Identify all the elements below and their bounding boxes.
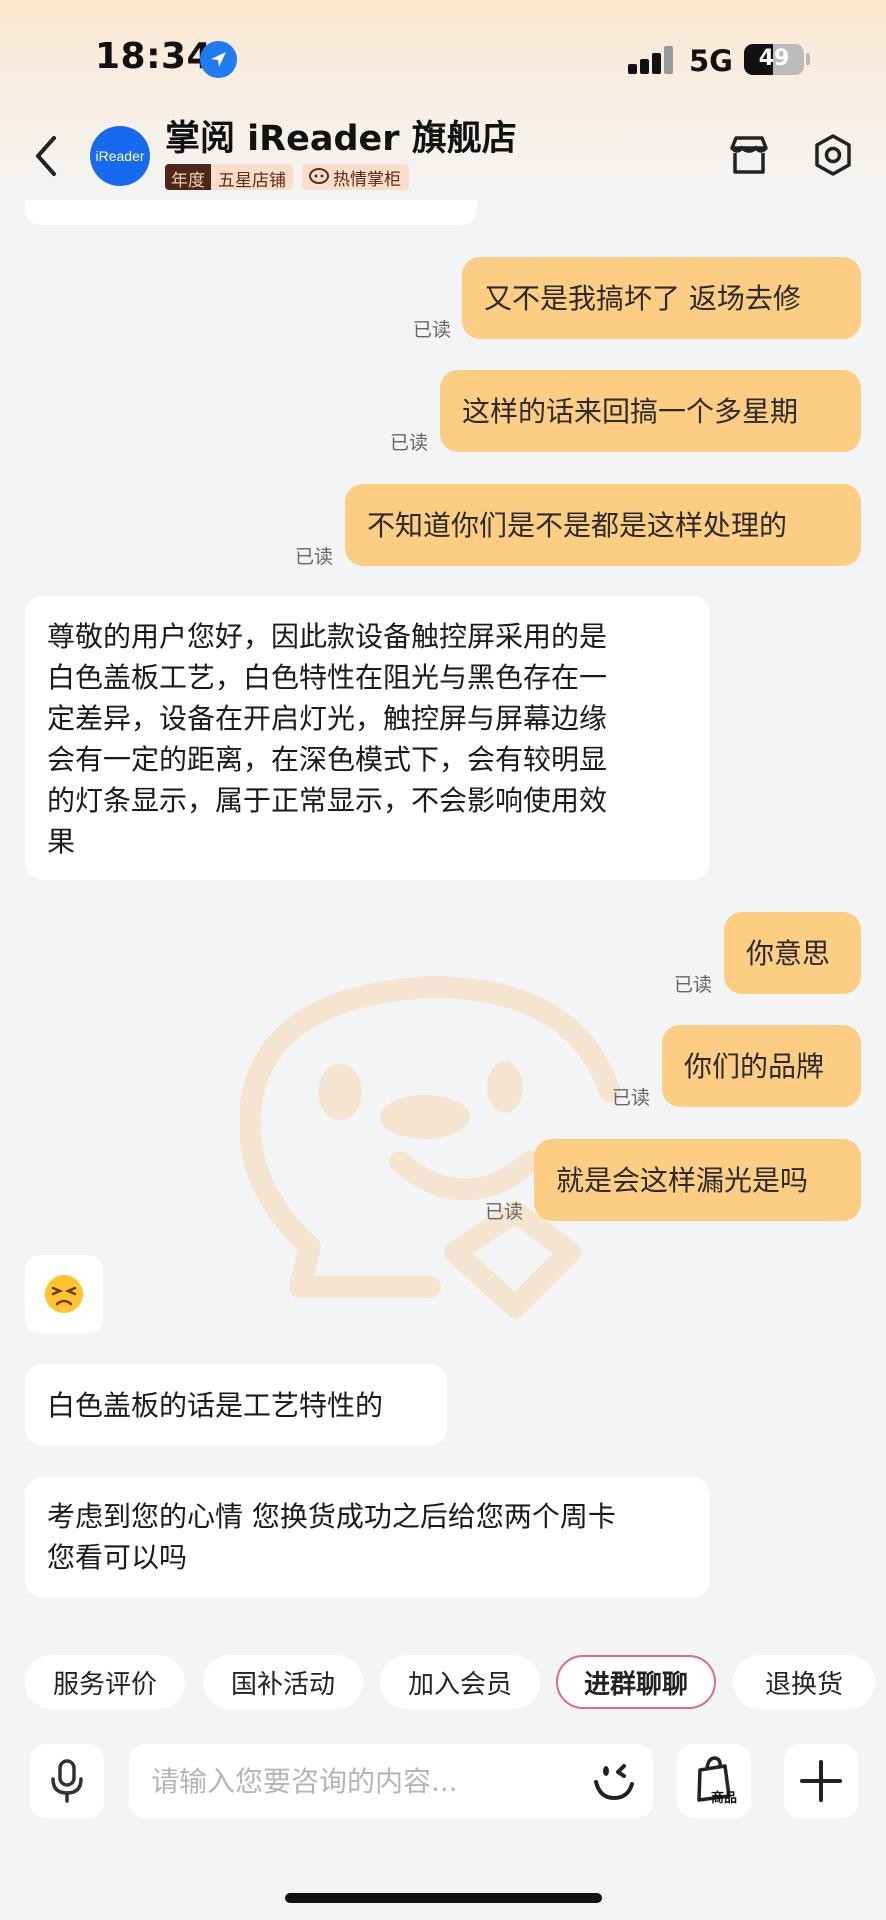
shop-name[interactable]: 掌阅 iReader 旗舰店 — [165, 110, 517, 161]
chip-subsidy-activity[interactable]: 国补活动 — [203, 1655, 363, 1709]
heart-chat-icon — [309, 168, 329, 184]
read-receipt: 已读 — [295, 546, 334, 568]
chip-return-exchange[interactable]: 退换货 — [733, 1655, 875, 1709]
hot-badge: 热情掌柜 — [302, 164, 409, 190]
plus-icon — [800, 1760, 842, 1802]
back-icon — [36, 136, 56, 176]
message-text: 又不是我搞坏了 返场去修 — [484, 281, 801, 315]
message-text: 白色盖板的话是工艺特性的 — [47, 1388, 384, 1422]
rating-badge: 年度 五星店铺 — [165, 164, 293, 190]
message-input[interactable] — [151, 1758, 571, 1804]
badge-hot-label: 热情掌柜 — [333, 169, 401, 190]
goods-button[interactable]: 商品 — [677, 1744, 751, 1818]
more-button[interactable] — [784, 1744, 858, 1818]
message-line: 白色盖板工艺，白色特性在阻光与黑色存在一 — [47, 661, 608, 694]
chat-bubble-sent[interactable]: 你意思 — [724, 912, 861, 994]
chat-bubble-received[interactable]: 尊敬的用户您好，因此款设备触控屏采用的是 白色盖板工艺，白色特性在阻光与黑色存在… — [25, 596, 710, 880]
message-text: 你意思 — [746, 936, 831, 970]
message-line: 的灯条显示，属于正常显示，不会影响使用效 — [47, 784, 608, 817]
store-button[interactable] — [726, 132, 772, 178]
status-time: 18:34 — [95, 36, 213, 77]
message-text: 不知道你们是不是都是这样处理的 — [367, 508, 788, 542]
chat-bubble-sent[interactable]: 就是会这样漏光是吗 — [534, 1139, 861, 1221]
store-icon — [730, 136, 768, 174]
message-line: 会有一定的距离，在深色模式下，会有较明显 — [47, 743, 608, 776]
emoji-button[interactable] — [588, 1756, 638, 1806]
chat-bubble-received[interactable]: 考虑到您的心情 您换货成功之后给您两个周卡 您看可以吗 — [25, 1477, 710, 1598]
persevering-face-icon — [45, 1275, 83, 1313]
previous-message-bubble — [25, 200, 477, 225]
message-line: 尊敬的用户您好，因此款设备触控屏采用的是 — [47, 620, 608, 653]
back-button[interactable] — [28, 128, 68, 184]
network-label: 5G — [689, 44, 733, 78]
chat-bubble-emoji[interactable] — [25, 1255, 103, 1333]
microphone-icon — [51, 1759, 83, 1803]
chip-join-group[interactable]: 进群聊聊 — [556, 1655, 716, 1709]
read-receipt: 已读 — [413, 319, 452, 341]
message-line: 您看可以吗 — [47, 1541, 188, 1574]
read-receipt: 已读 — [390, 432, 429, 454]
message-text: 这样的话来回搞一个多星期 — [462, 394, 799, 428]
message-text: 就是会这样漏光是吗 — [556, 1163, 809, 1197]
message-line: 定差异，设备在开启灯光，触控屏与屏幕边缘 — [47, 702, 608, 735]
badge-year: 年度 — [165, 164, 211, 190]
battery-cap — [806, 53, 810, 65]
goods-label: 商品 — [711, 1791, 738, 1806]
message-line: 考虑到您的心情 您换货成功之后给您两个周卡 — [47, 1500, 616, 1533]
voice-button[interactable] — [30, 1744, 104, 1818]
settings-button[interactable] — [810, 132, 856, 178]
shop-avatar[interactable]: iReader — [90, 126, 150, 186]
emoji-icon — [594, 1764, 634, 1801]
message-input-field[interactable] — [129, 1744, 653, 1818]
read-receipt: 已读 — [612, 1087, 651, 1109]
home-indicator[interactable] — [285, 1893, 602, 1903]
chat-bubble-sent[interactable]: 又不是我搞坏了 返场去修 — [462, 257, 861, 339]
read-receipt: 已读 — [485, 1201, 524, 1223]
battery-icon: 49 — [744, 44, 804, 75]
settings-icon — [815, 134, 851, 176]
message-text: 你们的品牌 — [684, 1049, 825, 1083]
signal-icon — [628, 46, 674, 74]
chat-bubble-received[interactable]: 白色盖板的话是工艺特性的 — [25, 1364, 447, 1446]
location-arrow-icon — [200, 41, 237, 78]
chat-bubble-sent[interactable]: 这样的话来回搞一个多星期 — [440, 370, 861, 452]
shopping-bag-icon — [697, 1756, 731, 1802]
badge-rating: 五星店铺 — [211, 164, 293, 190]
battery-level: 49 — [758, 46, 790, 71]
chat-bubble-sent[interactable]: 不知道你们是不是都是这样处理的 — [345, 484, 861, 566]
message-line: 果 — [47, 825, 76, 858]
chip-service-rating[interactable]: 服务评价 — [25, 1655, 185, 1709]
chat-bubble-sent[interactable]: 你们的品牌 — [662, 1025, 861, 1107]
read-receipt: 已读 — [674, 974, 713, 996]
chip-join-member[interactable]: 加入会员 — [380, 1655, 540, 1709]
